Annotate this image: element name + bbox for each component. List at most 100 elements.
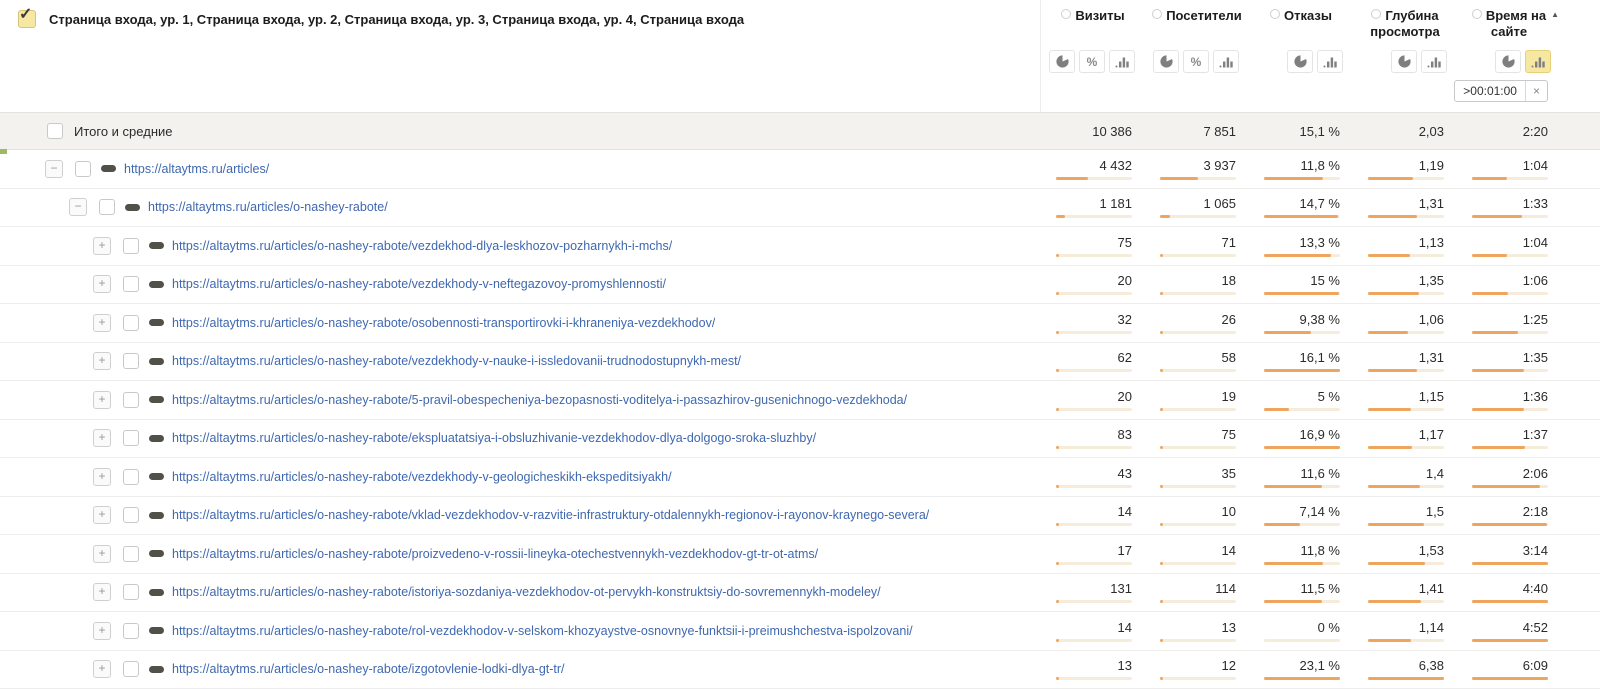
metric-mini-bar (1264, 331, 1340, 334)
row-checkbox[interactable] (123, 507, 139, 523)
row-metrics: 201815 %1,351:06 (1040, 266, 1600, 304)
metric-value: 71 (1222, 235, 1236, 250)
metric-cell: 14,7 % (1248, 189, 1352, 227)
url-link[interactable]: https://altaytms.ru/articles/o-nashey-ra… (172, 354, 741, 368)
expander-toggle[interactable]: + (93, 429, 111, 447)
bars-chart-button[interactable] (1317, 50, 1343, 73)
percent-chart-button[interactable]: % (1079, 50, 1105, 73)
table-row: + https://altaytms.ru/articles/o-nashey-… (0, 343, 1600, 382)
metric-column-sort[interactable]: Глубина просмотра (1353, 0, 1457, 46)
metric-value: 32 (1118, 312, 1132, 327)
url-link[interactable]: https://altaytms.ru/articles/o-nashey-ra… (172, 662, 565, 676)
metric-column-sort[interactable]: Время на сайте ▲ (1457, 0, 1561, 46)
metric-column-sort[interactable]: Отказы (1249, 0, 1353, 46)
metric-value: 1:25 (1523, 312, 1548, 327)
metric-cell: 16,1 % (1248, 343, 1352, 381)
row-checkbox[interactable] (123, 546, 139, 562)
expander-toggle[interactable]: + (93, 468, 111, 486)
url-link[interactable]: https://altaytms.ru/articles/o-nashey-ra… (148, 200, 388, 214)
url-link[interactable]: https://altaytms.ru/articles/o-nashey-ra… (172, 547, 818, 561)
metric-cell: 23,1 % (1248, 651, 1352, 689)
metric-mini-bar (1472, 485, 1548, 488)
bars-chart-button[interactable] (1421, 50, 1447, 73)
expander-toggle[interactable]: + (93, 275, 111, 293)
metric-value: 1:35 (1523, 350, 1548, 365)
expander-toggle[interactable]: + (93, 660, 111, 678)
metric-mini-bar (1056, 562, 1132, 565)
row-checkbox[interactable] (123, 584, 139, 600)
bars-chart-button[interactable] (1109, 50, 1135, 73)
metric-cell: 14 (1144, 535, 1248, 573)
metric-value: 14,7 % (1300, 196, 1340, 211)
pie-chart-button[interactable] (1287, 50, 1313, 73)
metric-mini-bar (1160, 408, 1236, 411)
row-checkbox[interactable] (123, 392, 139, 408)
url-link[interactable]: https://altaytms.ru/articles/o-nashey-ra… (172, 239, 672, 253)
favicon-icon (125, 204, 140, 211)
select-all-checkbox[interactable]: ✓ (18, 10, 36, 28)
pie-chart-button[interactable] (1495, 50, 1521, 73)
row-checkbox[interactable] (123, 623, 139, 639)
bars-chart-button[interactable] (1525, 50, 1551, 73)
row-checkbox[interactable] (123, 661, 139, 677)
url-link[interactable]: https://altaytms.ru/articles/o-nashey-ra… (172, 393, 907, 407)
url-link[interactable]: https://altaytms.ru/articles/o-nashey-ra… (172, 624, 913, 638)
expander-toggle[interactable]: + (93, 622, 111, 640)
metric-value: 9,38 % (1300, 312, 1340, 327)
metric-value: 13 (1118, 658, 1132, 673)
expander-toggle[interactable]: − (45, 160, 63, 178)
metric-cell: 1,06 (1352, 304, 1456, 342)
metric-mini-bar (1368, 254, 1444, 257)
bars-chart-button[interactable] (1213, 50, 1239, 73)
row-checkbox[interactable] (99, 199, 115, 215)
metric-mini-bar (1368, 408, 1444, 411)
metric-cell: 1,5 (1352, 497, 1456, 535)
metric-value: 1,14 (1419, 620, 1444, 635)
metric-column-sort[interactable]: Визиты (1041, 0, 1145, 46)
row-checkbox[interactable] (123, 430, 139, 446)
row-checkbox[interactable] (75, 161, 91, 177)
row-checkbox[interactable] (123, 238, 139, 254)
expander-toggle[interactable]: + (93, 391, 111, 409)
expander-toggle[interactable]: + (93, 237, 111, 255)
row-checkbox[interactable] (123, 276, 139, 292)
metric-mini-bar (1368, 523, 1444, 526)
row-metrics: 625816,1 %1,311:35 (1040, 343, 1600, 381)
metric-value: 1,19 (1419, 158, 1444, 173)
row-checkbox[interactable] (123, 353, 139, 369)
favicon-icon (149, 627, 164, 634)
url-link[interactable]: https://altaytms.ru/articles/o-nashey-ra… (172, 470, 672, 484)
pie-chart-button[interactable] (1153, 50, 1179, 73)
row-checkbox[interactable] (123, 469, 139, 485)
percent-chart-button[interactable]: % (1183, 50, 1209, 73)
pie-chart-button[interactable] (1391, 50, 1417, 73)
metric-cell: 11,5 % (1248, 574, 1352, 612)
metrica-report-table: ✓ Страница входа, ур. 1, Страница входа,… (0, 0, 1600, 691)
expander-toggle[interactable]: + (93, 506, 111, 524)
metric-mini-bar (1056, 215, 1132, 218)
expander-toggle[interactable]: + (93, 352, 111, 370)
url-link[interactable]: https://altaytms.ru/articles/o-nashey-ra… (172, 508, 929, 522)
expander-toggle[interactable]: + (93, 314, 111, 332)
metric-mini-bar (1368, 639, 1444, 642)
expander-toggle[interactable]: − (69, 198, 87, 216)
url-link[interactable]: https://altaytms.ru/articles/o-nashey-ra… (172, 277, 666, 291)
filter-value-input[interactable]: >00:01:00 (1455, 81, 1525, 101)
metric-cell: 1 065 (1144, 189, 1248, 227)
url-link[interactable]: https://altaytms.ru/articles/o-nashey-ra… (172, 585, 881, 599)
expander-toggle[interactable]: + (93, 545, 111, 563)
totals-checkbox[interactable] (47, 123, 63, 139)
url-link[interactable]: https://altaytms.ru/articles/o-nashey-ra… (172, 316, 715, 330)
pie-chart-button[interactable] (1049, 50, 1075, 73)
metric-cell: 83 (1040, 420, 1144, 458)
metric-mini-bar (1264, 292, 1340, 295)
metric-column-sort[interactable]: Посетители (1145, 0, 1249, 46)
url-link[interactable]: https://altaytms.ru/articles/ (124, 162, 269, 176)
expander-toggle[interactable]: + (93, 583, 111, 601)
help-circle-icon (1152, 9, 1162, 19)
filter-remove-button[interactable]: × (1525, 81, 1547, 101)
row-checkbox[interactable] (123, 315, 139, 331)
chart-type-buttons (1457, 46, 1561, 73)
totals-metrics: 10 3867 85115,1 %2,032:20 (1040, 113, 1600, 149)
url-link[interactable]: https://altaytms.ru/articles/o-nashey-ra… (172, 431, 816, 445)
